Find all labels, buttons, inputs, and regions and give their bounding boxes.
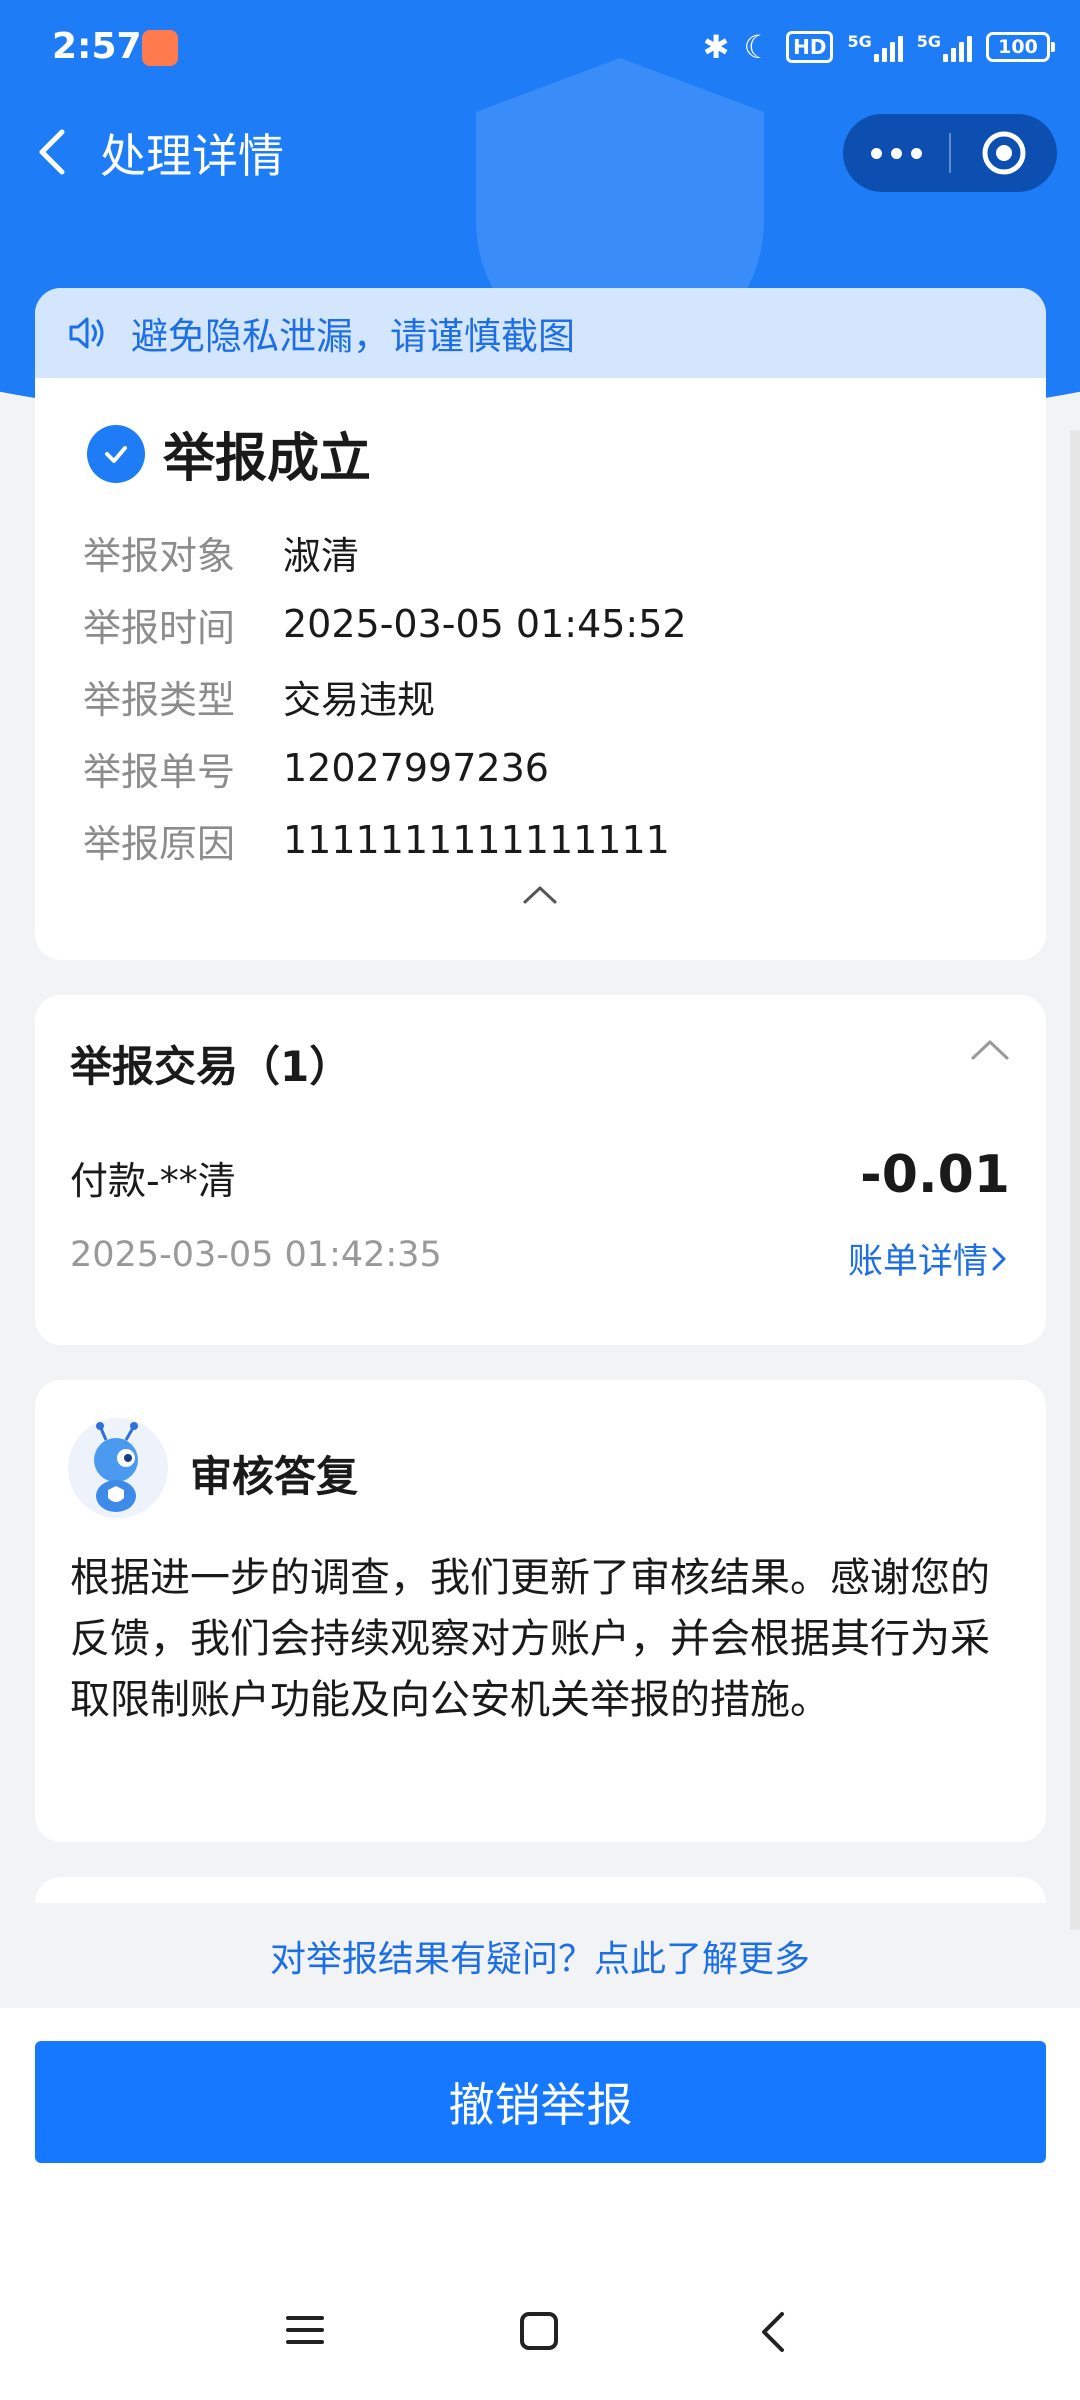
signal-1-icon: 5G xyxy=(847,32,903,62)
info-value: 1111111111111111 xyxy=(283,818,670,862)
page: 2:57 ✱ ☾ HD 5G 5G 100 处理详情 避免隐私泄漏，请谨慎截图 … xyxy=(0,0,1080,2400)
system-nav-bar xyxy=(0,2300,1080,2380)
chevron-up-icon[interactable] xyxy=(522,883,558,905)
status-time: 2:57 xyxy=(52,26,142,67)
bill-detail-link[interactable]: 账单详情 xyxy=(848,1233,1010,1284)
info-row-time: 举报时间 2025-03-05 01:45:52 xyxy=(83,588,687,660)
info-row-number: 举报单号 12027997236 xyxy=(83,732,687,804)
more-dots-icon[interactable] xyxy=(843,147,949,159)
next-card-partial xyxy=(35,1877,1046,1903)
transaction-name: 付款-**清 xyxy=(70,1159,236,1203)
back-arrow-icon[interactable] xyxy=(30,124,76,180)
target-icon[interactable] xyxy=(951,129,1057,177)
page-title: 处理详情 xyxy=(100,129,284,183)
info-label: 举报原因 xyxy=(83,821,236,866)
check-circle-icon xyxy=(87,424,145,483)
cancel-report-button[interactable]: 撤销举报 xyxy=(35,2041,1046,2163)
transaction-card: 举报交易（1） 付款-**清 -0.01 2025-03-05 01:42:35… xyxy=(35,995,1046,1345)
info-value: 12027997236 xyxy=(283,746,549,790)
home-icon[interactable] xyxy=(518,2310,560,2352)
scrollbar-track xyxy=(1070,430,1080,1930)
battery-icon: 100 xyxy=(986,32,1055,62)
info-value: 淑清 xyxy=(283,533,360,578)
info-label: 举报类型 xyxy=(83,677,236,722)
signal-2-icon: 5G xyxy=(917,32,972,62)
menu-icon[interactable] xyxy=(284,2310,326,2350)
info-row-reason: 举报原因 1111111111111111 xyxy=(83,804,687,876)
info-row-target: 举报对象 淑清 xyxy=(83,516,687,588)
status-icons: ✱ ☾ HD 5G 5G 100 xyxy=(702,28,1055,66)
speaker-icon xyxy=(69,317,104,349)
info-label: 举报单号 xyxy=(83,749,236,794)
info-label: 举报对象 xyxy=(83,533,236,578)
mini-program-capsule xyxy=(843,114,1057,192)
report-status-text: 举报成立 xyxy=(163,429,372,489)
bill-detail-label: 账单详情 xyxy=(847,1242,988,1282)
chevron-right-icon xyxy=(992,1247,1006,1270)
bluetooth-icon: ✱ xyxy=(702,28,730,66)
privacy-notice: 避免隐私泄漏，请谨慎截图 xyxy=(35,288,1046,378)
hd-badge: HD xyxy=(786,31,834,63)
info-row-type: 举报类型 交易违规 xyxy=(83,660,687,732)
back-icon[interactable] xyxy=(756,2310,790,2354)
transaction-time: 2025-03-05 01:42:35 xyxy=(70,1235,442,1275)
privacy-notice-text: 避免隐私泄漏，请谨慎截图 xyxy=(131,315,575,358)
moon-icon: ☾ xyxy=(743,28,773,66)
status-bar: 2:57 ✱ ☾ HD 5G 5G 100 xyxy=(0,0,1080,100)
report-status: 举报成立 xyxy=(87,416,371,491)
transaction-section-title: 举报交易（1） xyxy=(70,1042,352,1091)
notification-app-icon xyxy=(142,30,178,66)
reply-title: 审核答复 xyxy=(190,1452,359,1501)
info-value: 2025-03-05 01:45:52 xyxy=(283,602,687,646)
chevron-up-icon[interactable] xyxy=(970,1037,1010,1061)
help-link[interactable]: 对举报结果有疑问？点此了解更多 xyxy=(0,1930,1080,1982)
info-value: 交易违规 xyxy=(283,677,436,722)
reply-body: 根据进一步的调查，我们更新了审核结果。感谢您的反馈，我们会持续观察对方账户，并会… xyxy=(70,1555,990,1723)
transaction-amount: -0.01 xyxy=(860,1145,1010,1205)
ant-mascot-avatar xyxy=(68,1418,168,1518)
review-reply-card: 审核答复 根据进一步的调查，我们更新了审核结果。感谢您的反馈，我们会持续观察对方… xyxy=(35,1380,1046,1842)
report-info: 举报对象 淑清 举报时间 2025-03-05 01:45:52 举报类型 交易… xyxy=(83,516,687,876)
info-label: 举报时间 xyxy=(83,605,236,650)
report-card: 避免隐私泄漏，请谨慎截图 举报成立 举报对象 淑清 举报时间 2025-03-0… xyxy=(35,288,1046,960)
